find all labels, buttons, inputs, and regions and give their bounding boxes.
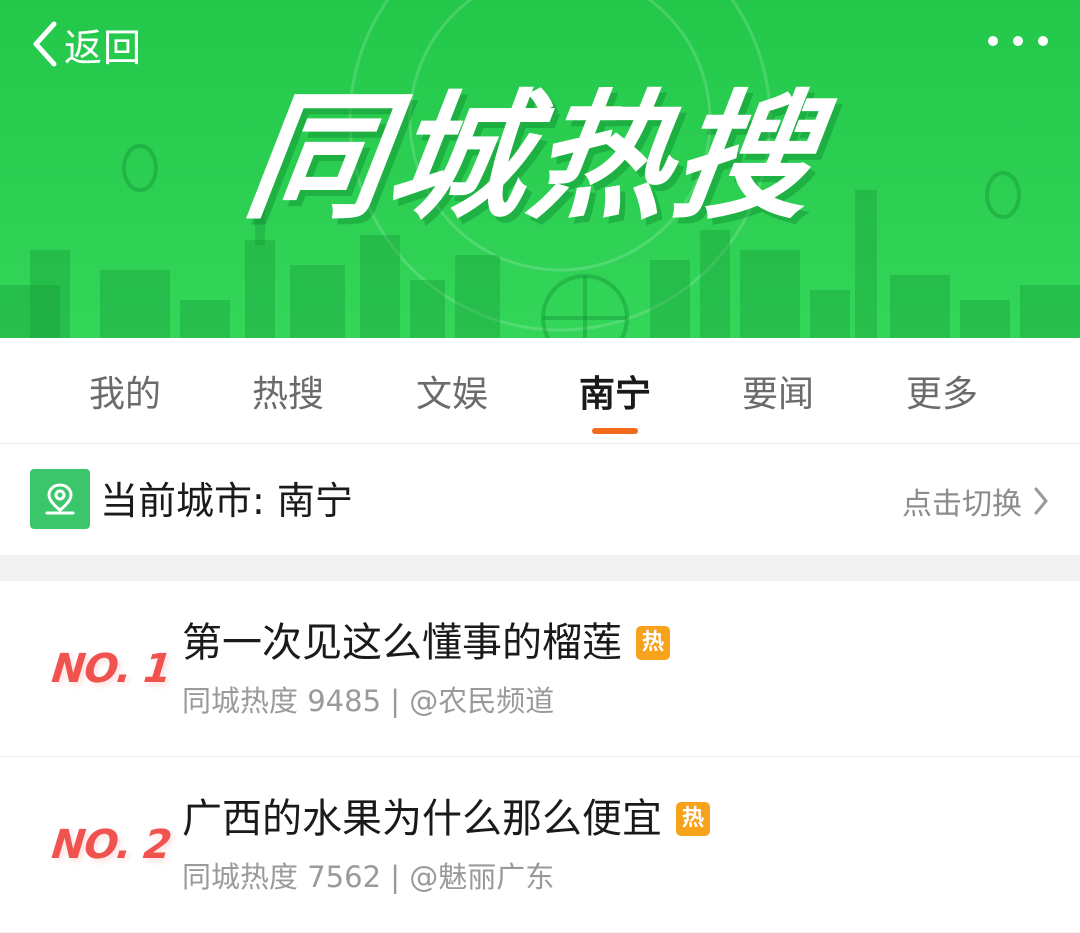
back-button[interactable]: 返回 bbox=[28, 18, 142, 70]
tab-more[interactable]: 更多 bbox=[862, 338, 1022, 444]
item-title: 第一次见这么懂事的榴莲 热 bbox=[182, 615, 670, 671]
section-divider bbox=[0, 555, 1080, 581]
tab-mine[interactable]: 我的 bbox=[45, 338, 205, 444]
switch-city-label: 点击切换 bbox=[902, 487, 1022, 522]
hot-badge: 热 bbox=[676, 802, 710, 836]
chevron-left-icon bbox=[33, 21, 57, 67]
current-city-label: 当前城市: 南宁 bbox=[100, 479, 353, 523]
switch-city-button[interactable]: 点击切换 bbox=[902, 481, 1050, 522]
current-city-bar: 当前城市: 南宁 点击切换 bbox=[0, 445, 1080, 555]
tab-news[interactable]: 要闻 bbox=[698, 338, 858, 444]
banner-title: 同城热搜 bbox=[236, 77, 828, 238]
item-meta: 同城热度 7562 | @魅丽广东 bbox=[182, 860, 555, 894]
active-tab-indicator bbox=[592, 428, 638, 434]
back-label: 返回 bbox=[64, 25, 143, 70]
item-title-text: 第一次见这么懂事的榴莲 bbox=[182, 620, 622, 666]
rank-label: NO. 1 bbox=[49, 646, 173, 692]
tab-entertainment[interactable]: 文娱 bbox=[372, 338, 532, 444]
rank-label: NO. 2 bbox=[49, 822, 173, 868]
item-meta: 同城热度 9485 | @农民频道 bbox=[182, 684, 555, 718]
list-item[interactable]: NO. 1 第一次见这么懂事的榴莲 热 同城热度 9485 | @农民频道 bbox=[0, 581, 1080, 757]
tab-hot-search[interactable]: 热搜 bbox=[208, 338, 368, 444]
header-banner: 返回 同城热搜 bbox=[0, 0, 1080, 338]
hot-badge: 热 bbox=[636, 626, 670, 660]
map-pin-icon bbox=[30, 469, 90, 529]
chevron-right-icon bbox=[1034, 487, 1048, 515]
item-title-text: 广西的水果为什么那么便宜 bbox=[182, 796, 662, 842]
more-button[interactable] bbox=[988, 26, 1048, 56]
hot-search-list: NO. 1 第一次见这么懂事的榴莲 热 同城热度 9485 | @农民频道 NO… bbox=[0, 581, 1080, 933]
more-dots-icon bbox=[988, 36, 998, 46]
list-item[interactable]: NO. 2 广西的水果为什么那么便宜 热 同城热度 7562 | @魅丽广东 bbox=[0, 757, 1080, 933]
item-title: 广西的水果为什么那么便宜 热 bbox=[182, 791, 710, 847]
tab-bar: 我的 热搜 文娱 南宁 要闻 更多 bbox=[0, 338, 1080, 444]
